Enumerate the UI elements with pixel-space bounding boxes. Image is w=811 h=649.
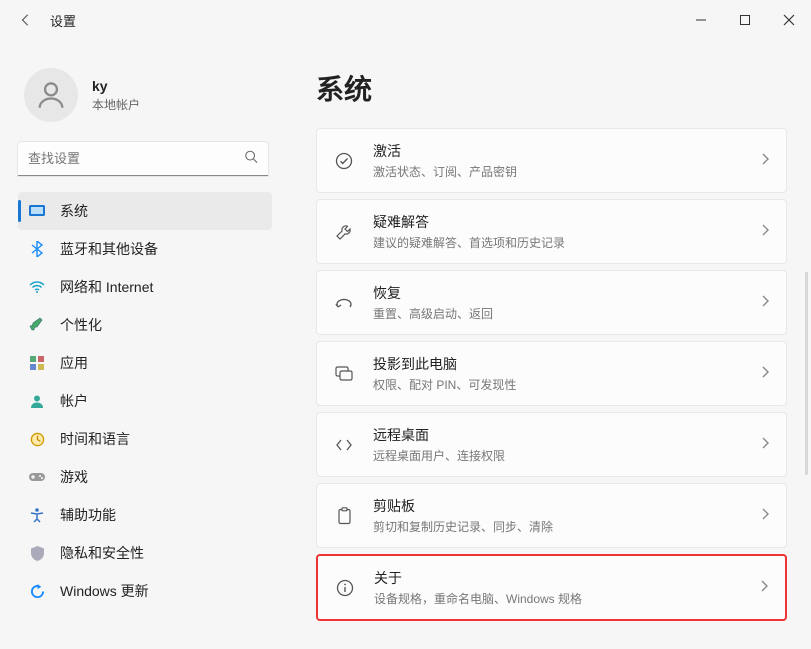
- chevron-right-icon: [762, 294, 770, 312]
- chevron-right-icon: [762, 223, 770, 241]
- sidebar-item-privacy[interactable]: 隐私和安全性: [18, 534, 272, 572]
- remote-icon: [333, 438, 355, 452]
- sidebar-item-account[interactable]: 帐户: [18, 382, 272, 420]
- wifi-icon: [28, 281, 46, 293]
- card-subtitle: 设备规格，重命名电脑、Windows 规格: [374, 590, 743, 607]
- card-title: 剪贴板: [373, 496, 744, 516]
- card-subtitle: 重置、高级启动、返回: [373, 305, 744, 322]
- maximize-button[interactable]: [723, 5, 767, 35]
- clipboard-icon: [333, 507, 355, 525]
- search-icon: [244, 150, 258, 169]
- search-box[interactable]: [18, 142, 268, 176]
- settings-card-recovery[interactable]: 恢复重置、高级启动、返回: [316, 270, 787, 335]
- page-title: 系统: [316, 68, 787, 108]
- sidebar-item-brush[interactable]: 个性化: [18, 306, 272, 344]
- settings-card-remote[interactable]: 远程桌面远程桌面用户、连接权限: [316, 412, 787, 477]
- sidebar-item-gaming[interactable]: 游戏: [18, 458, 272, 496]
- sidebar-item-label: 应用: [60, 353, 88, 373]
- project-icon: [333, 366, 355, 381]
- bluetooth-icon: [28, 241, 46, 257]
- recovery-icon: [333, 295, 355, 311]
- sidebar-item-apps[interactable]: 应用: [18, 344, 272, 382]
- chevron-right-icon: [762, 436, 770, 454]
- back-button[interactable]: [10, 4, 42, 36]
- activation-icon: [333, 152, 355, 170]
- scrollbar[interactable]: [805, 120, 808, 627]
- sidebar-item-label: 时间和语言: [60, 429, 130, 449]
- card-subtitle: 建议的疑难解答、首选项和历史记录: [373, 234, 744, 251]
- card-subtitle: 剪切和复制历史记录、同步、清除: [373, 518, 744, 535]
- sidebar-item-label: 帐户: [60, 391, 88, 411]
- sidebar-item-label: 游戏: [60, 467, 88, 487]
- card-title: 恢复: [373, 283, 744, 303]
- card-subtitle: 权限、配对 PIN、可发现性: [373, 376, 744, 393]
- profile-block[interactable]: ky 本地帐户: [18, 50, 272, 142]
- card-subtitle: 激活状态、订阅、产品密钥: [373, 163, 744, 180]
- minimize-button[interactable]: [679, 5, 723, 35]
- sidebar-item-system[interactable]: 系统: [18, 192, 272, 230]
- card-title: 疑难解答: [373, 212, 744, 232]
- privacy-icon: [28, 546, 46, 561]
- window-title: 设置: [50, 11, 76, 30]
- settings-card-about[interactable]: 关于设备规格，重命名电脑、Windows 规格: [316, 554, 787, 621]
- troubleshoot-icon: [333, 223, 355, 241]
- sidebar-item-bluetooth[interactable]: 蓝牙和其他设备: [18, 230, 272, 268]
- card-title: 投影到此电脑: [373, 354, 744, 374]
- update-icon: [28, 584, 46, 599]
- accessibility-icon: [28, 508, 46, 523]
- close-button[interactable]: [767, 5, 811, 35]
- card-title: 激活: [373, 141, 744, 161]
- card-title: 远程桌面: [373, 425, 744, 445]
- sidebar-item-label: 系统: [60, 201, 88, 221]
- sidebar-item-label: 个性化: [60, 315, 102, 335]
- search-input[interactable]: [18, 142, 268, 176]
- settings-card-project[interactable]: 投影到此电脑权限、配对 PIN、可发现性: [316, 341, 787, 406]
- chevron-right-icon: [761, 579, 769, 597]
- system-icon: [28, 205, 46, 217]
- chevron-right-icon: [762, 365, 770, 383]
- sidebar-item-label: 隐私和安全性: [60, 543, 144, 563]
- chevron-right-icon: [762, 507, 770, 525]
- card-subtitle: 远程桌面用户、连接权限: [373, 447, 744, 464]
- sidebar-item-label: 蓝牙和其他设备: [60, 239, 158, 259]
- sidebar-item-time[interactable]: 时间和语言: [18, 420, 272, 458]
- brush-icon: [28, 317, 46, 333]
- settings-card-clipboard[interactable]: 剪贴板剪切和复制历史记录、同步、清除: [316, 483, 787, 548]
- sidebar-item-label: 网络和 Internet: [60, 277, 153, 297]
- account-icon: [28, 394, 46, 408]
- settings-card-troubleshoot[interactable]: 疑难解答建议的疑难解答、首选项和历史记录: [316, 199, 787, 264]
- gaming-icon: [28, 471, 46, 483]
- sidebar-item-accessibility[interactable]: 辅助功能: [18, 496, 272, 534]
- profile-subtitle: 本地帐户: [92, 96, 140, 113]
- apps-icon: [28, 356, 46, 370]
- profile-username: ky: [92, 78, 140, 94]
- sidebar-item-wifi[interactable]: 网络和 Internet: [18, 268, 272, 306]
- about-icon: [334, 579, 356, 597]
- time-icon: [28, 432, 46, 447]
- sidebar-item-update[interactable]: Windows 更新: [18, 572, 272, 610]
- settings-card-activation[interactable]: 激活激活状态、订阅、产品密钥: [316, 128, 787, 193]
- chevron-right-icon: [762, 152, 770, 170]
- sidebar-item-label: Windows 更新: [60, 581, 149, 601]
- sidebar-item-label: 辅助功能: [60, 505, 116, 525]
- card-title: 关于: [374, 568, 743, 588]
- avatar: [24, 68, 78, 122]
